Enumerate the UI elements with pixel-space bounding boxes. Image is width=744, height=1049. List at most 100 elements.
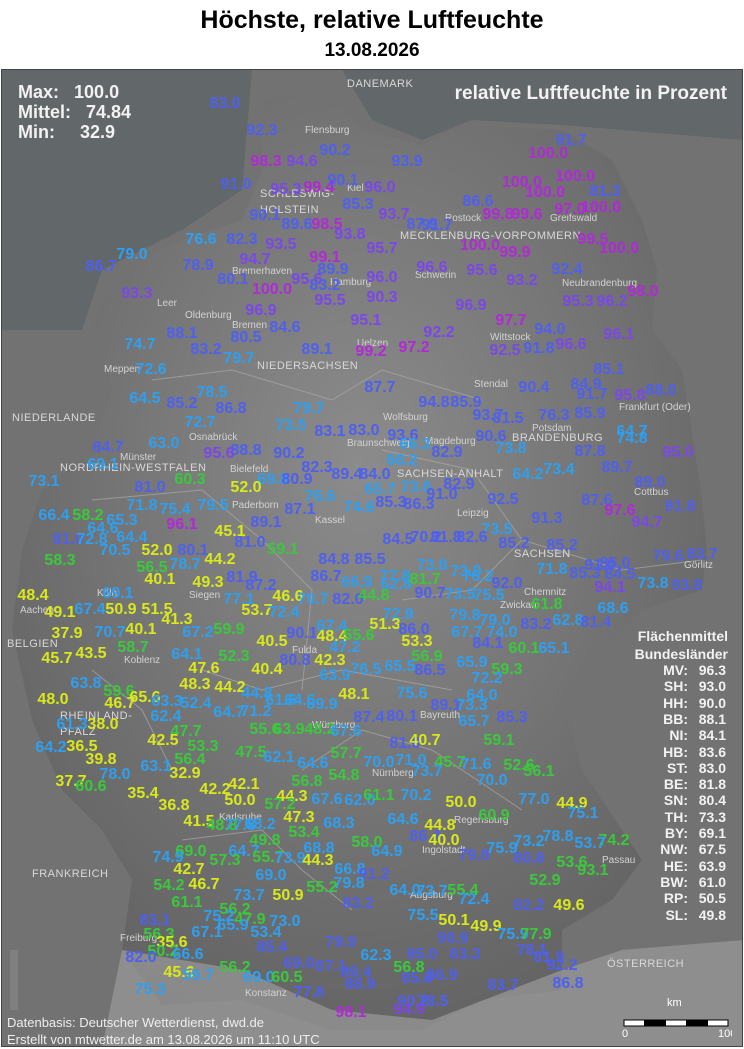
station-value: 94.8 xyxy=(418,394,450,411)
station-value: 100.0 xyxy=(459,237,501,254)
station-value: 73.7 xyxy=(411,763,443,780)
station-value: 83.3 xyxy=(449,946,481,963)
station-value: 50.0 xyxy=(445,794,477,811)
region-average-row: NI: 84.1 xyxy=(630,727,726,743)
station-value: 85.2 xyxy=(498,535,530,552)
station-value: 38.0 xyxy=(87,716,119,733)
station-value: 83.2 xyxy=(342,895,374,912)
region-code: NI: xyxy=(669,727,688,744)
city-label: Kassel xyxy=(315,515,346,526)
station-value: 83.0 xyxy=(348,422,380,439)
station-value: 52.0 xyxy=(230,479,262,496)
station-value: 50.9 xyxy=(272,887,304,904)
station-value: 70.5 xyxy=(99,542,131,559)
station-value: 86.8 xyxy=(215,400,247,417)
region-value: 81.8 xyxy=(698,776,726,793)
station-value: 80.8 xyxy=(279,652,311,669)
station-value: 64.2 xyxy=(512,466,544,483)
station-value: 66.6 xyxy=(172,946,204,963)
station-value: 63.0 xyxy=(148,435,180,452)
station-value: 100.0 xyxy=(251,281,293,298)
station-value: 85.3 xyxy=(375,494,407,511)
station-value: 40.1 xyxy=(144,571,176,588)
map-area[interactable]: Max: 100.0 Mittel: 74.84 Min: 32.9 relat… xyxy=(1,69,743,1047)
station-value: 87.1 xyxy=(284,501,316,518)
station-value: 78.9 xyxy=(182,257,214,274)
region-label: NIEDERLANDE xyxy=(12,412,96,424)
station-value: 90.7 xyxy=(414,585,446,602)
region-value: 93.0 xyxy=(698,678,726,695)
station-value: 99.2 xyxy=(355,343,387,360)
station-value: 44.8 xyxy=(358,587,390,604)
station-value: 80.8 xyxy=(513,850,545,867)
station-value: 99.6 xyxy=(511,206,543,223)
city-label: Leipzig xyxy=(457,508,489,519)
region-code: NW: xyxy=(660,841,688,858)
city-label: Konstanz xyxy=(245,988,287,999)
station-value: 81.5 xyxy=(492,410,524,427)
city-label: Leer xyxy=(157,298,178,309)
station-value: 83.1 xyxy=(314,423,346,440)
station-value: 67.6 xyxy=(311,791,343,808)
station-value: 61.1 xyxy=(363,787,395,804)
station-value: 60.9 xyxy=(478,807,510,824)
station-value: 49.1 xyxy=(44,604,76,621)
station-value: 91.0 xyxy=(220,176,252,193)
station-value: 89.0 xyxy=(634,474,666,491)
station-value: 91.7 xyxy=(576,386,608,403)
station-value: 96.0 xyxy=(366,269,398,286)
station-value: 72.6 xyxy=(135,361,167,378)
scale-max: 100 xyxy=(718,1028,732,1038)
station-value: 81.0 xyxy=(234,534,266,551)
station-value: 87.7 xyxy=(364,379,396,396)
region-value: 83.6 xyxy=(698,743,726,760)
station-value: 72.4 xyxy=(458,891,490,908)
station-value: 79.0 xyxy=(116,246,148,263)
station-value: 74.6 xyxy=(343,499,375,516)
station-value: 74.8 xyxy=(616,430,648,447)
station-value: 56.1 xyxy=(523,763,555,780)
station-value: 79.7 xyxy=(223,350,255,367)
city-label: Flensburg xyxy=(305,125,350,136)
station-value: 59.9 xyxy=(213,621,245,638)
station-value: 46.7 xyxy=(188,876,220,893)
station-value: 70.0 xyxy=(476,772,508,789)
station-value: 40.4 xyxy=(251,661,283,678)
region-value: 73.3 xyxy=(698,808,726,825)
station-value: 84.1 xyxy=(472,635,504,652)
station-value: 90.1 xyxy=(327,172,359,189)
region-code: BB: xyxy=(663,710,688,727)
station-value: 75.5 xyxy=(407,907,439,924)
station-value: 73.4 xyxy=(543,461,575,478)
station-value: 100.0 xyxy=(524,184,566,201)
city-label: Münster xyxy=(120,452,157,463)
station-value: 93.9 xyxy=(391,153,423,170)
region-value: 49.8 xyxy=(698,906,726,923)
station-value: 59.1 xyxy=(483,732,515,749)
station-value: 90.1 xyxy=(286,625,318,642)
region-value: 88.1 xyxy=(698,710,726,727)
region-average-row: BW: 61.0 xyxy=(630,874,726,890)
station-value: 60.1 xyxy=(508,640,540,657)
station-value: 53.7 xyxy=(574,835,606,852)
station-value: 35.4 xyxy=(127,785,159,802)
station-value: 65.1 xyxy=(538,640,570,657)
station-value: 95.7 xyxy=(366,240,398,257)
region-average-row: HB: 83.6 xyxy=(630,744,726,760)
station-value: 79.5 xyxy=(197,497,229,514)
station-value: 66.4 xyxy=(38,507,70,524)
station-value: 73.9 xyxy=(274,850,306,867)
station-value: 70.2 xyxy=(400,787,432,804)
station-value: 57.3 xyxy=(209,852,241,869)
station-value: 45.7 xyxy=(41,650,73,667)
station-value: 88.0 xyxy=(645,382,677,399)
region-code: BY: xyxy=(664,825,688,841)
station-value: 73.7 xyxy=(416,883,448,900)
station-value: 79.9 xyxy=(325,934,357,951)
station-value: 73.8 xyxy=(637,575,669,592)
station-value: 91.7 xyxy=(421,217,453,234)
stat-max: Max: 100.0 xyxy=(18,82,120,102)
station-value: 72.7 xyxy=(184,414,216,431)
station-value: 64.9 xyxy=(371,843,403,860)
station-value: 73.8 xyxy=(495,440,527,457)
